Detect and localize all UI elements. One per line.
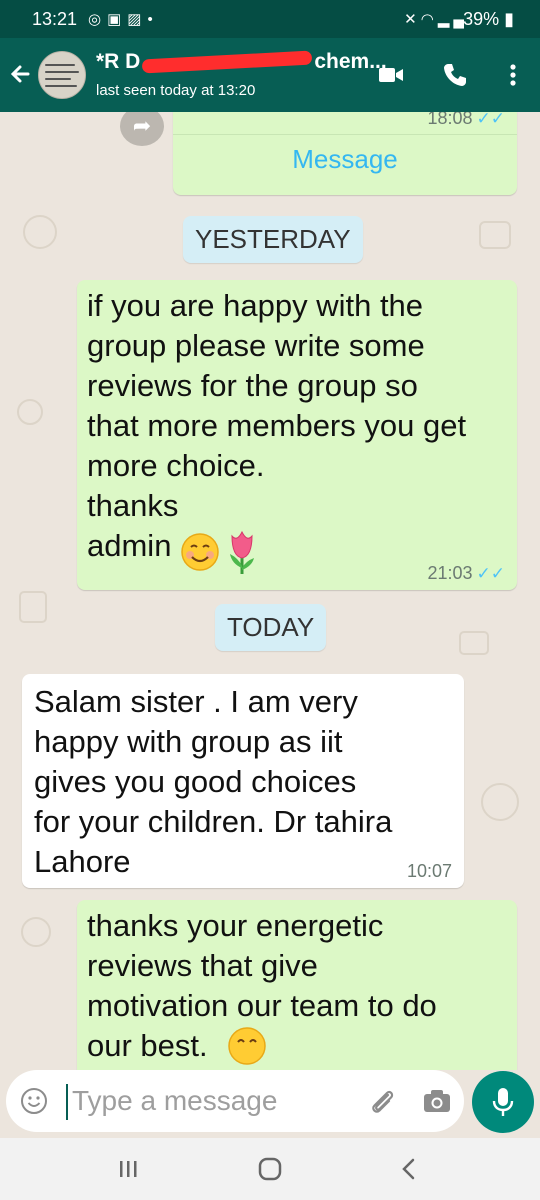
message-text: Salam sister . I am very happy with grou…: [34, 684, 393, 879]
text-cursor: [66, 1084, 68, 1120]
date-chip-today: TODAY: [215, 604, 327, 651]
camera-icon[interactable]: [422, 1087, 452, 1115]
notification-icons: ◎▣▨•: [88, 10, 159, 28]
image-icon: ▨: [127, 11, 148, 28]
date-chip-yesterday: YESTERDAY: [183, 216, 363, 263]
status-time: 13:21: [32, 9, 78, 29]
signature-text: admin: [87, 528, 172, 563]
battery-text: 39%: [463, 9, 500, 29]
attach-icon[interactable]: [366, 1086, 398, 1118]
message-action-link[interactable]: Message: [173, 144, 517, 175]
message-text: if you are happy with the group please w…: [87, 288, 467, 523]
mute-icon: ✕: [404, 11, 421, 28]
message-list: 18:08 ✓✓ Message ➦ YESTERDAY if you are h…: [0, 112, 540, 1070]
message-time: 18:08 ✓✓: [427, 112, 505, 129]
system-icons: ✕◠▂▄: [404, 10, 468, 28]
partial-message-card[interactable]: 18:08 ✓✓ Message: [173, 112, 517, 195]
system-navigation-bar: [0, 1138, 540, 1200]
voice-record-button[interactable]: [472, 1071, 534, 1133]
video-call-icon[interactable]: [376, 60, 406, 90]
title-start: *R D: [96, 50, 141, 73]
time-text: 18:08: [427, 112, 473, 128]
tulip-emoji: [230, 530, 255, 574]
group-avatar[interactable]: [38, 51, 86, 99]
status-bar: 13:21 ◎▣▨• ✕◠▂▄ 39% ▮: [0, 0, 540, 38]
last-seen-status: last seen today at 13:20: [96, 82, 256, 99]
back-arrow-icon[interactable]: [8, 56, 36, 92]
more-options-icon[interactable]: [498, 60, 528, 90]
outgoing-reply-bubble[interactable]: thanks your energetic reviews that give …: [77, 900, 517, 1070]
outgoing-message-bubble[interactable]: if you are happy with the group please w…: [77, 280, 517, 590]
home-icon[interactable]: [255, 1156, 285, 1182]
whatsapp-icon: ◎: [88, 11, 108, 28]
message-input[interactable]: Type a message: [72, 1085, 277, 1117]
message-time: 10:07: [407, 861, 452, 882]
chat-title[interactable]: *R Dchem...: [96, 50, 387, 74]
dot-icon: •: [147, 11, 159, 28]
time-text: 10:07: [406, 861, 452, 881]
read-ticks-icon: ✓✓: [476, 564, 506, 583]
incoming-message-bubble[interactable]: Salam sister . I am very happy with grou…: [22, 674, 464, 888]
message-composer[interactable]: Type a message: [6, 1070, 464, 1132]
smiling-face-emoji: [228, 1027, 266, 1065]
back-icon[interactable]: [395, 1156, 425, 1182]
message-signature-line: admin: [87, 526, 260, 574]
card-divider: [173, 134, 517, 135]
wifi-icon: ◠: [420, 11, 438, 28]
redaction-mark: [142, 51, 313, 74]
recents-icon[interactable]: [113, 1156, 143, 1182]
read-ticks-icon: ✓✓: [476, 112, 506, 128]
emoji-icon[interactable]: [20, 1087, 48, 1115]
message-text: thanks your energetic reviews that give …: [87, 908, 437, 1063]
microphone-icon: [492, 1088, 514, 1116]
message-time: 21:03 ✓✓: [427, 563, 505, 584]
smiling-face-emoji: [181, 533, 219, 571]
voice-call-icon[interactable]: [440, 60, 470, 90]
battery-level: 39% ▮: [463, 9, 514, 29]
chat-header: *R Dchem... last seen today at 13:20: [0, 38, 540, 112]
time-text: 21:03: [427, 563, 473, 583]
gallery-icon: ▣: [107, 11, 128, 28]
